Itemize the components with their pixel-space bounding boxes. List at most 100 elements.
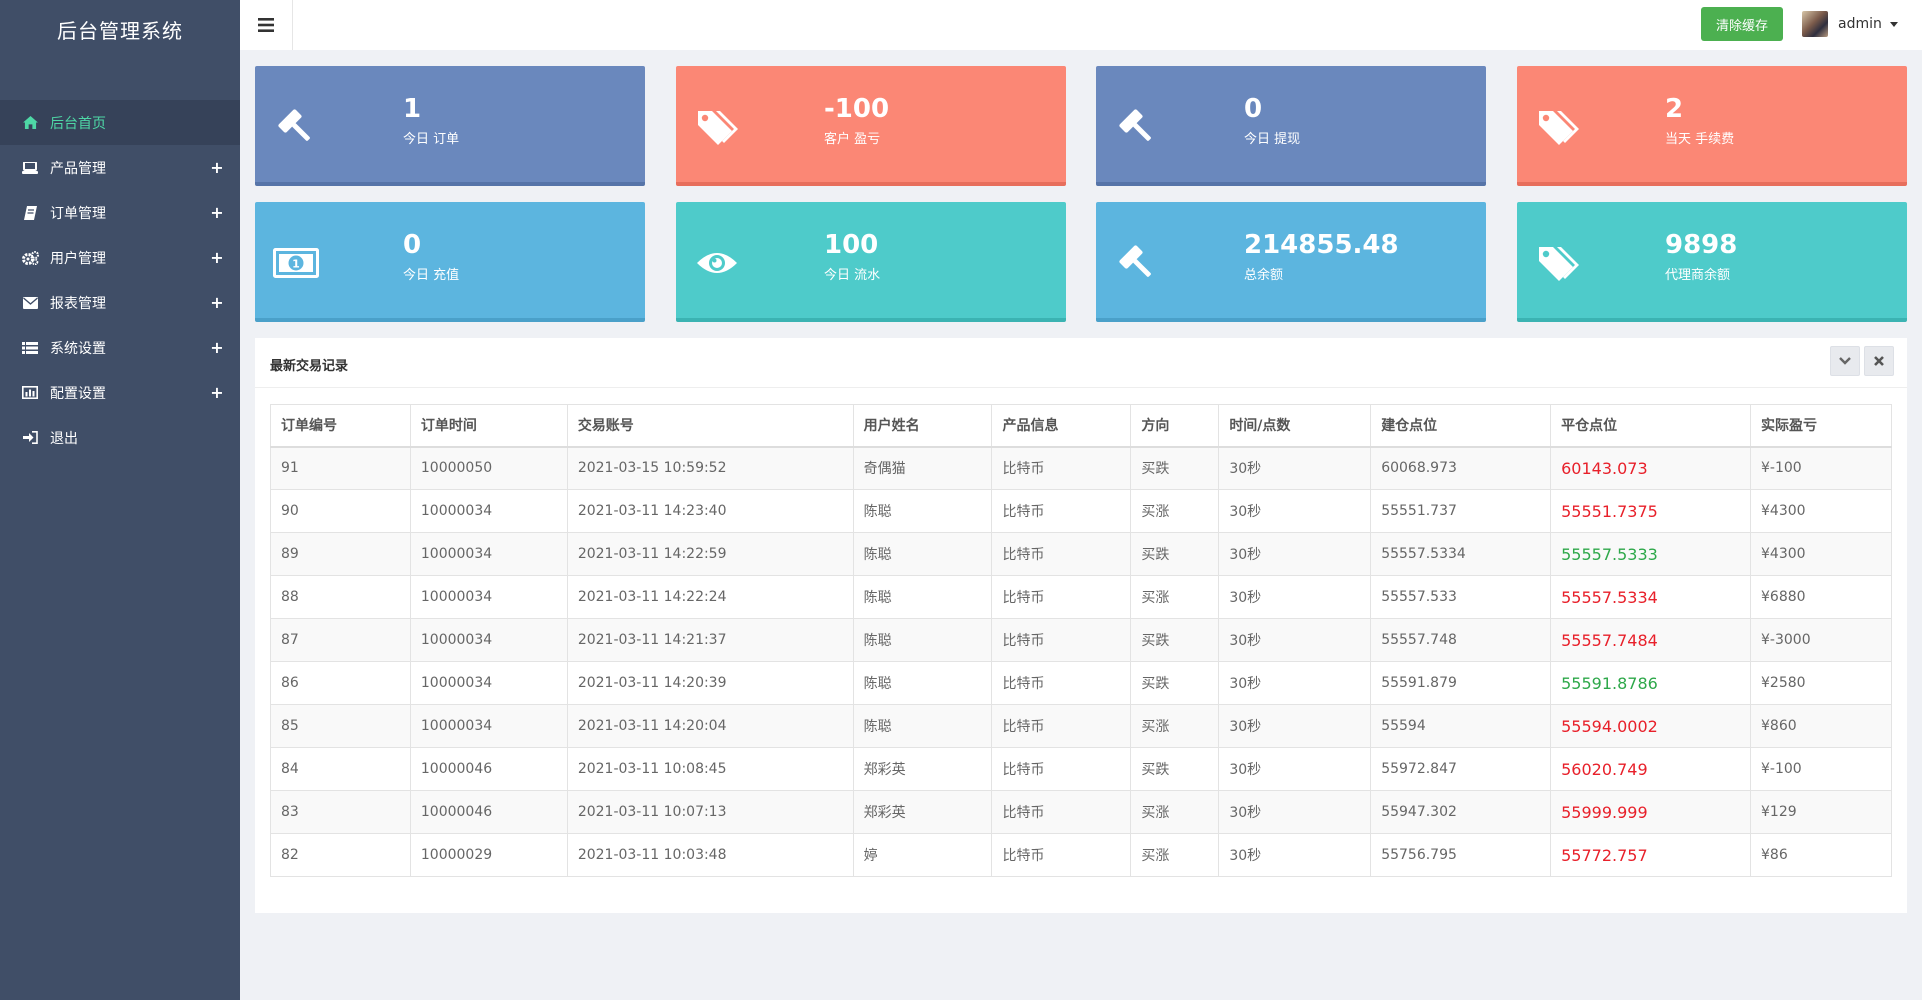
table-row[interactable]: 84 10000046 2021-03-11 10:08:45 郑彩英 比特币 买跌 30秒… xyxy=(270,747,1892,791)
list-icon xyxy=(20,341,40,355)
stat-label: 今日 提现 xyxy=(1244,132,1301,147)
sidebar-item-config[interactable]: 配置设置 + xyxy=(0,370,240,415)
table-cell: ¥-3000 xyxy=(1750,618,1892,662)
collapse-button[interactable] xyxy=(1830,346,1860,376)
stat-label: 当天 手续费 xyxy=(1665,132,1735,147)
table-cell: 55999.999 xyxy=(1550,790,1752,834)
sidebar-item-orders[interactable]: 订单管理 + xyxy=(0,190,240,235)
sidebar-item-system[interactable]: 系统设置 + xyxy=(0,325,240,370)
table-cell: 比特币 xyxy=(991,833,1132,877)
table-cell: 陈聪 xyxy=(852,575,993,619)
table-cell: 陈聪 xyxy=(852,661,993,705)
table-cell: 10000050 xyxy=(409,446,568,490)
table-cell: 10000034 xyxy=(409,618,568,662)
sidebar-item-users[interactable]: 用户管理 + xyxy=(0,235,240,280)
table-cell: 55772.757 xyxy=(1550,833,1752,877)
table-cell: 奇偶猫 xyxy=(852,446,993,490)
expand-icon: + xyxy=(210,158,224,177)
table-cell: 55756.795 xyxy=(1370,833,1552,877)
hamburger-icon xyxy=(258,18,274,32)
table-cell: 比特币 xyxy=(991,532,1132,576)
stat-label: 今日 充值 xyxy=(403,268,460,283)
table-cell: 55972.847 xyxy=(1370,747,1552,791)
sign-out-icon xyxy=(20,431,40,445)
table-cell: 陈聪 xyxy=(852,532,993,576)
table-row[interactable]: 83 10000046 2021-03-11 10:07:13 郑彩英 比特币 买涨 30秒… xyxy=(270,790,1892,834)
table-cell: 85 xyxy=(270,704,411,748)
table-cell: 郑彩英 xyxy=(852,747,993,791)
table-cell: 2021-03-11 10:03:48 xyxy=(566,833,854,877)
user-menu[interactable]: admin xyxy=(1802,10,1898,38)
stat-label: 客户 盈亏 xyxy=(824,132,881,147)
table-cell: 2021-03-11 14:20:04 xyxy=(566,704,854,748)
table-cell: 2021-03-11 10:08:45 xyxy=(566,747,854,791)
stat-card-today-orders: 1 今日 订单 xyxy=(255,66,645,186)
expand-icon: + xyxy=(210,203,224,222)
table-row[interactable]: 89 10000034 2021-03-11 14:22:59 陈聪 比特币 买跌 30秒 5… xyxy=(270,532,1892,576)
table-cell: 55557.748 xyxy=(1370,618,1552,662)
sidebar-item-products[interactable]: 产品管理 + xyxy=(0,145,240,190)
caret-down-icon xyxy=(1889,21,1898,27)
table-row[interactable]: 85 10000034 2021-03-11 14:20:04 陈聪 比特币 买涨 30秒 5… xyxy=(270,704,1892,748)
stat-value: 1 xyxy=(403,94,422,124)
table-row[interactable]: 87 10000034 2021-03-11 14:21:37 陈聪 比特币 买跌 30秒 5… xyxy=(270,618,1892,662)
menu-toggle-button[interactable] xyxy=(240,0,293,50)
table-cell: 10000034 xyxy=(409,575,568,619)
table-cell: 55591.879 xyxy=(1370,661,1552,705)
table-cell: 84 xyxy=(270,747,411,791)
stat-card-today-withdraw: 0 今日 提现 xyxy=(1096,66,1486,186)
table-cell: 82 xyxy=(270,833,411,877)
tags-icon xyxy=(694,106,740,148)
sidebar-item-label: 产品管理 xyxy=(50,160,106,177)
table-cell: 55557.5334 xyxy=(1370,532,1552,576)
table-cell: 55557.5334 xyxy=(1550,575,1752,619)
table-row[interactable]: 88 10000034 2021-03-11 14:22:24 陈聪 比特币 买涨 30秒 5… xyxy=(270,575,1892,619)
table-cell: 陈聪 xyxy=(852,489,993,533)
sidebar-item-reports[interactable]: 报表管理 + xyxy=(0,280,240,325)
table-cell: 2021-03-11 14:21:37 xyxy=(566,618,854,662)
close-button[interactable] xyxy=(1864,346,1894,376)
expand-icon: + xyxy=(210,338,224,357)
table-cell: 55557.5333 xyxy=(1550,532,1752,576)
table-cell: 30秒 xyxy=(1218,532,1372,576)
table-cell: 比特币 xyxy=(991,661,1132,705)
sidebar-item-home[interactable]: 后台首页 xyxy=(0,100,240,145)
clear-cache-button[interactable]: 清除缓存 xyxy=(1701,7,1783,41)
stat-label: 代理商余额 xyxy=(1665,268,1731,283)
sidebar-item-logout[interactable]: 退出 xyxy=(0,415,240,460)
table-cell: 10000046 xyxy=(409,747,568,791)
table-cell: 10000034 xyxy=(409,489,568,533)
column-header: 平仓点位 xyxy=(1550,404,1752,448)
table-cell: 10000034 xyxy=(409,704,568,748)
table-cell: 比特币 xyxy=(991,790,1132,834)
table-cell: 比特币 xyxy=(991,618,1132,662)
table-row[interactable]: 86 10000034 2021-03-11 14:20:39 陈聪 比特币 买跌 30秒 5… xyxy=(270,661,1892,705)
table-row[interactable]: 91 10000050 2021-03-15 10:59:52 奇偶猫 比特币 买跌 30秒… xyxy=(270,446,1892,490)
eye-icon xyxy=(694,242,740,284)
sidebar-item-label: 系统设置 xyxy=(50,340,106,357)
table-cell: 55551.7375 xyxy=(1550,489,1752,533)
gears-icon xyxy=(20,250,40,265)
table-cell: 2021-03-11 14:23:40 xyxy=(566,489,854,533)
stat-label: 今日 订单 xyxy=(403,132,460,147)
table-cell: 买涨 xyxy=(1130,489,1220,533)
table-row[interactable]: 90 10000034 2021-03-11 14:23:40 陈聪 比特币 买涨 30秒 5… xyxy=(270,489,1892,533)
column-header: 交易账号 xyxy=(566,404,854,448)
table-cell: ¥2580 xyxy=(1750,661,1892,705)
stat-value: 0 xyxy=(403,230,422,260)
table-cell: ¥86 xyxy=(1750,833,1892,877)
table-cell: ¥4300 xyxy=(1750,532,1892,576)
stat-card-today-fee: 2 当天 手续费 xyxy=(1517,66,1907,186)
panel-header: 最新交易记录 xyxy=(255,338,1907,388)
gavel-icon xyxy=(273,106,319,148)
table-cell: 30秒 xyxy=(1218,790,1372,834)
table-cell: 2021-03-11 14:22:59 xyxy=(566,532,854,576)
home-icon xyxy=(20,116,40,130)
envelope-icon xyxy=(20,296,40,310)
svg-text:1: 1 xyxy=(292,258,300,271)
table-cell: 87 xyxy=(270,618,411,662)
table-row[interactable]: 82 10000029 2021-03-11 10:03:48 婷比特币 买涨 30秒 55… xyxy=(270,833,1892,877)
table-cell: 买涨 xyxy=(1130,575,1220,619)
table-cell: 10000029 xyxy=(409,833,568,877)
sidebar-item-label: 配置设置 xyxy=(50,385,106,402)
